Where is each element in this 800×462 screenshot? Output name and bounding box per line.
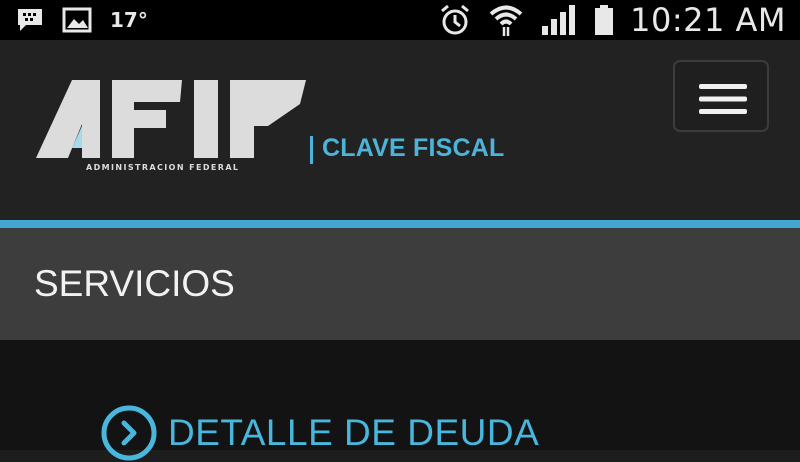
image-icon — [62, 7, 92, 33]
alarm-icon — [441, 4, 470, 35]
logo-subtitle: ADMINISTRACION FEDERAL — [86, 163, 240, 172]
wifi-icon — [489, 5, 523, 36]
brand-divider — [310, 136, 313, 164]
section-header: SERVICIOS — [0, 228, 800, 340]
app-header: ADMINISTRACION FEDERAL CLAVE FISCAL — [0, 40, 800, 220]
temperature-readout: 17° — [110, 8, 148, 32]
brand-label: CLAVE FISCAL — [322, 134, 505, 162]
signal-icon — [542, 5, 576, 35]
status-bar-right: 10:21 AM — [438, 0, 786, 40]
clock: 10:21 AM — [630, 1, 786, 39]
section-title: SERVICIOS — [34, 263, 235, 304]
services-list: DETALLE DE DEUDA — [0, 340, 800, 461]
battery-icon — [595, 5, 614, 35]
afip-logo — [36, 80, 306, 158]
hamburger-menu-icon — [699, 84, 747, 114]
accent-bar — [0, 220, 800, 228]
chevron-right-circle-icon — [101, 405, 157, 461]
service-label: DETALLE DE DEUDA — [168, 412, 540, 453]
chat-icon — [18, 9, 42, 31]
menu-button[interactable] — [673, 60, 769, 132]
status-bar-left: 17° — [16, 0, 148, 40]
service-link-detalle-de-deuda[interactable]: DETALLE DE DEUDA — [100, 404, 539, 462]
status-bar: 17° 10:21 AM — [0, 0, 800, 40]
